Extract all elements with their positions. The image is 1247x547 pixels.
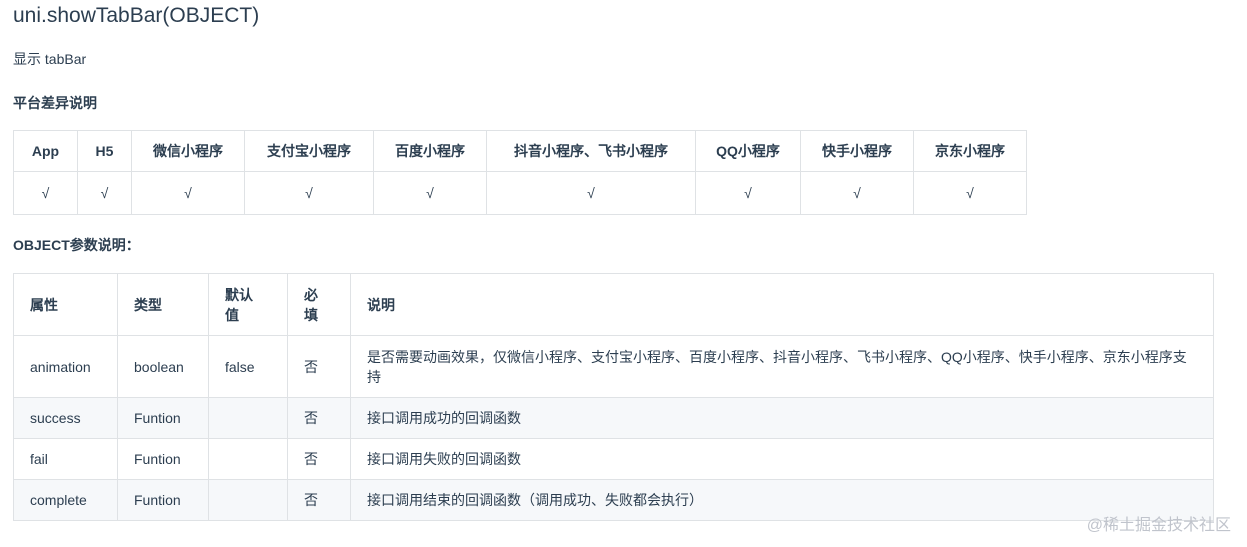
platform-check: √ <box>77 171 132 215</box>
params-header-cell: 说明 <box>350 273 1214 336</box>
param-description: 接口调用失败的回调函数 <box>350 438 1214 480</box>
platform-check: √ <box>695 171 801 215</box>
param-description: 接口调用成功的回调函数 <box>350 397 1214 439</box>
param-type: Funtion <box>117 438 209 480</box>
table-row: success Funtion 否 接口调用成功的回调函数 <box>13 397 1214 439</box>
params-header-cell: 属性 <box>13 273 118 336</box>
watermark: @稀土掘金技术社区 <box>1086 517 1231 534</box>
param-default <box>208 438 288 480</box>
platform-heading: 平台差异说明 <box>13 95 97 111</box>
platform-header-cell: H5 <box>77 130 132 172</box>
param-required: 否 <box>287 438 351 480</box>
platform-header-cell: App <box>13 130 78 172</box>
param-default: false <box>208 335 288 398</box>
platform-header-row: App H5 微信小程序 支付宝小程序 百度小程序 抖音小程序、飞书小程序 QQ… <box>13 130 1027 172</box>
table-row: complete Funtion 否 接口调用结束的回调函数（调用成功、失败都会… <box>13 479 1214 521</box>
platform-check: √ <box>131 171 245 215</box>
param-name: fail <box>13 438 118 480</box>
api-description: 显示 tabBar <box>13 51 87 67</box>
platform-header-cell: QQ小程序 <box>695 130 801 172</box>
param-required: 否 <box>287 335 351 398</box>
required-header-label: 必填 <box>304 286 318 323</box>
param-type: boolean <box>117 335 209 398</box>
platform-header-cell: 京东小程序 <box>913 130 1027 172</box>
platform-value-row: √ √ √ √ √ √ √ √ √ <box>13 171 1027 215</box>
object-heading: OBJECT参数说明： <box>13 237 140 253</box>
param-name: animation <box>13 335 118 398</box>
table-row: animation boolean false 否 是否需要动画效果，仅微信小程… <box>13 335 1214 398</box>
platform-check: √ <box>373 171 487 215</box>
param-default <box>208 479 288 521</box>
platform-check: √ <box>486 171 696 215</box>
platform-table: App H5 微信小程序 支付宝小程序 百度小程序 抖音小程序、飞书小程序 QQ… <box>13 130 1027 215</box>
param-type: Funtion <box>117 397 209 439</box>
api-title: uni.showTabBar(OBJECT) <box>13 4 260 27</box>
param-name: success <box>13 397 118 439</box>
platform-check: √ <box>800 171 914 215</box>
platform-check: √ <box>244 171 374 215</box>
platform-header-cell: 支付宝小程序 <box>244 130 374 172</box>
param-description: 是否需要动画效果，仅微信小程序、支付宝小程序、百度小程序、抖音小程序、飞书小程序… <box>350 335 1214 398</box>
params-table: 属性 类型 默认值 必填 说明 animation boolean false … <box>13 273 1214 521</box>
param-default <box>208 397 288 439</box>
param-name: complete <box>13 479 118 521</box>
params-header-row: 属性 类型 默认值 必填 说明 <box>13 273 1214 336</box>
platform-header-cell: 百度小程序 <box>373 130 487 172</box>
param-description: 接口调用结束的回调函数（调用成功、失败都会执行） <box>350 479 1214 521</box>
params-header-cell: 必填 <box>287 273 351 336</box>
params-header-cell: 类型 <box>117 273 209 336</box>
param-required: 否 <box>287 397 351 439</box>
platform-check: √ <box>913 171 1027 215</box>
platform-check: √ <box>13 171 78 215</box>
default-header-label: 默认值 <box>225 286 253 323</box>
platform-header-cell: 微信小程序 <box>131 130 245 172</box>
param-type: Funtion <box>117 479 209 521</box>
platform-header-cell: 快手小程序 <box>800 130 914 172</box>
table-row: fail Funtion 否 接口调用失败的回调函数 <box>13 438 1214 480</box>
platform-header-cell: 抖音小程序、飞书小程序 <box>486 130 696 172</box>
param-required: 否 <box>287 479 351 521</box>
params-header-cell: 默认值 <box>208 273 288 336</box>
